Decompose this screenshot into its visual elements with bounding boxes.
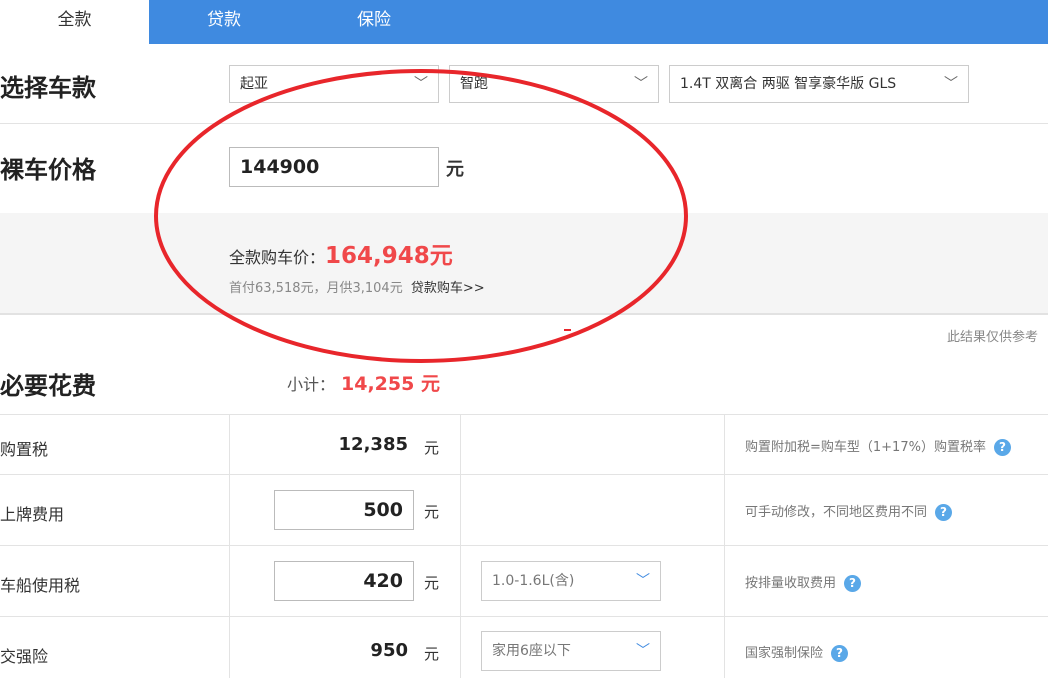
column-divider <box>229 414 230 678</box>
plate-fee-unit: 元 <box>424 503 440 521</box>
purchase-tax-note: 购置附加税=购车型（1+17%）购置税率? <box>745 436 1011 456</box>
tab-loan[interactable]: 贷款 <box>149 0 299 44</box>
help-icon[interactable]: ? <box>935 504 953 521</box>
plate-fee-label: 上牌费用 <box>0 505 65 524</box>
column-divider <box>460 414 461 678</box>
divider <box>0 545 1048 546</box>
loan-link[interactable]: 贷款购车>> <box>411 281 485 296</box>
subtotal: 小计： 14,255 元 <box>287 369 440 396</box>
divider <box>0 474 1048 475</box>
help-icon[interactable]: ? <box>993 439 1011 456</box>
select-car-title: 选择车款 <box>0 74 96 102</box>
displacement-select[interactable]: 1.0-1.6L(含) ﹀ <box>481 561 661 601</box>
purchase-tax-value: 12,385 <box>338 434 408 455</box>
purchase-tax-unit: 元 <box>424 439 440 457</box>
divider <box>0 123 1048 124</box>
chevron-down-icon: ﹀ <box>636 643 650 659</box>
vehicle-tax-unit: 元 <box>424 574 440 592</box>
seat-type-select[interactable]: 家用6座以下 ﹀ <box>481 631 661 671</box>
help-icon[interactable]: ? <box>831 645 849 662</box>
model-select[interactable]: 1.4T 双离合 两驱 智享豪华版 GLS ﹀ <box>669 65 969 103</box>
brand-select-value: 起亚 <box>240 76 268 92</box>
payment-summary: 首付63,518元，月供3,104元 贷款购车>> <box>229 277 485 296</box>
divider <box>0 616 1048 617</box>
subtotal-value: 14,255 元 <box>341 373 440 395</box>
vehicle-tax-label: 车船使用税 <box>0 576 81 595</box>
total-price: 全款购车价：164,948元 <box>229 236 453 270</box>
vehicle-tax-input[interactable]: 420 <box>274 561 414 601</box>
bare-price-input[interactable]: 144900 <box>229 147 439 187</box>
total-price-value: 164,948元 <box>325 243 453 269</box>
compulsory-insurance-label: 交强险 <box>0 647 49 666</box>
bare-price-title: 裸车价格 <box>0 156 96 184</box>
down-payment-text: 首付63,518元，月供3,104元 <box>229 281 403 296</box>
compulsory-insurance-note-text: 国家强制保险 <box>745 646 824 661</box>
purchase-tax-label: 购置税 <box>0 440 49 459</box>
tab-insurance[interactable]: 保险 <box>299 0 449 44</box>
chevron-down-icon: ﹀ <box>634 76 648 92</box>
series-select-value: 智跑 <box>460 76 488 92</box>
bare-price-unit: 元 <box>446 159 464 180</box>
compulsory-insurance-value: 950 <box>370 640 408 661</box>
model-select-value: 1.4T 双离合 两驱 智享豪华版 GLS <box>680 76 897 92</box>
chevron-down-icon: ﹀ <box>414 76 428 92</box>
vehicle-tax-note: 按排量收取费用? <box>745 572 862 592</box>
plate-fee-input[interactable]: 500 <box>274 490 414 530</box>
divider <box>0 414 1048 415</box>
series-select[interactable]: 智跑 ﹀ <box>449 65 659 103</box>
purchase-tax-note-text: 购置附加税=购车型（1+17%）购置税率 <box>745 440 986 455</box>
subtotal-label: 小计： <box>287 375 336 394</box>
compulsory-insurance-unit: 元 <box>424 645 440 663</box>
brand-select[interactable]: 起亚 ﹀ <box>229 65 439 103</box>
displacement-select-value: 1.0-1.6L(含) <box>492 573 575 589</box>
vehicle-tax-note-text: 按排量收取费用 <box>745 576 837 591</box>
compulsory-insurance-note: 国家强制保险? <box>745 642 849 662</box>
summary-panel <box>0 213 1048 315</box>
chevron-down-icon: ﹀ <box>944 76 958 92</box>
plate-fee-note: 可手动修改，不同地区费用不同? <box>745 501 953 521</box>
column-divider <box>724 414 725 678</box>
required-costs-title: 必要花费 <box>0 372 96 400</box>
tab-full-payment[interactable]: 全款 <box>0 0 149 44</box>
total-price-label: 全款购车价： <box>229 248 326 267</box>
plate-fee-note-text: 可手动修改，不同地区费用不同 <box>745 505 928 520</box>
tab-bar: 全款 贷款 保险 <box>0 0 1048 44</box>
seat-type-select-value: 家用6座以下 <box>492 643 571 659</box>
help-icon[interactable]: ? <box>844 575 862 592</box>
chevron-down-icon: ﹀ <box>636 573 650 589</box>
disclaimer: 此结果仅供参考 <box>947 330 1039 345</box>
